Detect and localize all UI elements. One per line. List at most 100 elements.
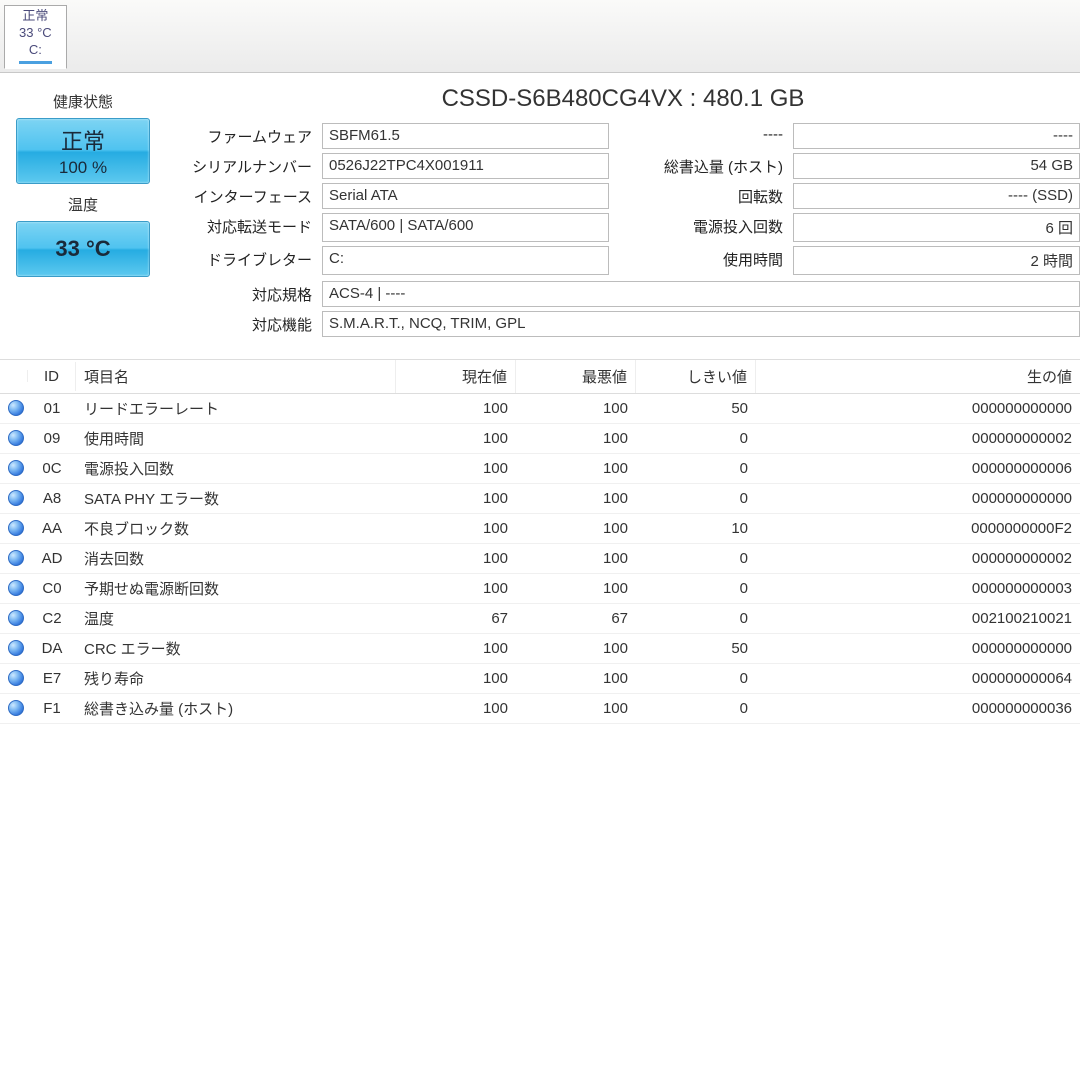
- info-grid-wide: 対応規格 ACS-4 | ---- 対応機能 S.M.A.R.T., NCQ, …: [166, 281, 1080, 337]
- status-dot-icon: [8, 490, 24, 506]
- smart-row[interactable]: F1総書き込み量 (ホスト)1001000000000000036: [0, 694, 1080, 724]
- info-grid: ファームウェア SBFM61.5 ---- ---- シリアルナンバー 0526…: [166, 123, 1080, 275]
- worst-cell: 100: [516, 546, 636, 571]
- id-cell: 09: [28, 426, 76, 451]
- disk-tab[interactable]: 正常 33 °C C:: [4, 5, 67, 69]
- unknown-value[interactable]: ----: [793, 123, 1080, 149]
- worst-cell: 100: [516, 516, 636, 541]
- header-name[interactable]: 項目名: [76, 360, 396, 393]
- name-cell: 残り寿命: [76, 664, 396, 693]
- status-cell: [0, 606, 28, 630]
- name-cell: 使用時間: [76, 424, 396, 453]
- id-cell: DA: [28, 636, 76, 661]
- status-dot-icon: [8, 550, 24, 566]
- tab-drive: C:: [19, 42, 52, 59]
- health-badge[interactable]: 正常 100 %: [16, 118, 150, 184]
- id-cell: F1: [28, 696, 76, 721]
- interface-value[interactable]: Serial ATA: [322, 183, 609, 209]
- current-cell: 100: [396, 696, 516, 721]
- smart-row[interactable]: 01リードエラーレート10010050000000000000: [0, 394, 1080, 424]
- power-on-count-value[interactable]: 6 回: [793, 213, 1080, 242]
- drive-letter-value[interactable]: C:: [322, 246, 609, 275]
- raw-cell: 0000000000F2: [756, 516, 1080, 541]
- status-dot-icon: [8, 460, 24, 476]
- current-cell: 100: [396, 636, 516, 661]
- status-dot-icon: [8, 520, 24, 536]
- status-dot-icon: [8, 700, 24, 716]
- features-value[interactable]: S.M.A.R.T., NCQ, TRIM, GPL: [322, 311, 1080, 337]
- firmware-value[interactable]: SBFM61.5: [322, 123, 609, 149]
- status-dot-icon: [8, 580, 24, 596]
- threshold-cell: 0: [636, 426, 756, 451]
- standard-value[interactable]: ACS-4 | ----: [322, 281, 1080, 307]
- total-write-value[interactable]: 54 GB: [793, 153, 1080, 179]
- smart-row[interactable]: C2温度67670002100210021: [0, 604, 1080, 634]
- name-cell: 電源投入回数: [76, 454, 396, 483]
- header-raw[interactable]: 生の値: [756, 360, 1080, 393]
- raw-cell: 000000000000: [756, 636, 1080, 661]
- smart-row[interactable]: C0予期せぬ電源断回数1001000000000000003: [0, 574, 1080, 604]
- smart-row[interactable]: 0C電源投入回数1001000000000000006: [0, 454, 1080, 484]
- current-cell: 100: [396, 576, 516, 601]
- status-cell: [0, 696, 28, 720]
- id-cell: AD: [28, 546, 76, 571]
- raw-cell: 000000000036: [756, 696, 1080, 721]
- threshold-cell: 10: [636, 516, 756, 541]
- tab-temp: 33 °C: [19, 25, 52, 42]
- status-dot-icon: [8, 610, 24, 626]
- smart-row[interactable]: E7残り寿命1001000000000000064: [0, 664, 1080, 694]
- header-current[interactable]: 現在値: [396, 360, 516, 393]
- id-cell: C0: [28, 576, 76, 601]
- temperature-badge[interactable]: 33 °C: [16, 221, 150, 277]
- left-panel: 健康状態 正常 100 % 温度 33 °C: [8, 81, 158, 343]
- threshold-cell: 0: [636, 606, 756, 631]
- hours-label: 使用時間: [615, 246, 787, 275]
- current-cell: 100: [396, 426, 516, 451]
- worst-cell: 67: [516, 606, 636, 631]
- current-cell: 100: [396, 456, 516, 481]
- status-cell: [0, 666, 28, 690]
- firmware-label: ファームウェア: [166, 123, 316, 149]
- header-id[interactable]: ID: [28, 362, 76, 391]
- status-cell: [0, 516, 28, 540]
- id-cell: E7: [28, 666, 76, 691]
- threshold-cell: 0: [636, 576, 756, 601]
- status-dot-icon: [8, 640, 24, 656]
- status-dot-icon: [8, 670, 24, 686]
- smart-table-header: ID 項目名 現在値 最悪値 しきい値 生の値: [0, 360, 1080, 394]
- name-cell: 温度: [76, 604, 396, 633]
- tab-status: 正常: [19, 8, 52, 25]
- transfer-value[interactable]: SATA/600 | SATA/600: [322, 213, 609, 242]
- threshold-cell: 0: [636, 456, 756, 481]
- threshold-cell: 50: [636, 396, 756, 421]
- status-cell: [0, 426, 28, 450]
- threshold-cell: 50: [636, 636, 756, 661]
- status-cell: [0, 456, 28, 480]
- status-cell: [0, 546, 28, 570]
- drive-letter-label: ドライブレター: [166, 246, 316, 275]
- smart-row[interactable]: AD消去回数1001000000000000002: [0, 544, 1080, 574]
- status-cell: [0, 486, 28, 510]
- raw-cell: 000000000002: [756, 546, 1080, 571]
- raw-cell: 000000000000: [756, 486, 1080, 511]
- worst-cell: 100: [516, 696, 636, 721]
- name-cell: 消去回数: [76, 544, 396, 573]
- header-worst[interactable]: 最悪値: [516, 360, 636, 393]
- worst-cell: 100: [516, 666, 636, 691]
- smart-row[interactable]: A8SATA PHY エラー数1001000000000000000: [0, 484, 1080, 514]
- smart-row[interactable]: 09使用時間1001000000000000002: [0, 424, 1080, 454]
- status-cell: [0, 396, 28, 420]
- rpm-value[interactable]: ---- (SSD): [793, 183, 1080, 209]
- interface-label: インターフェース: [166, 183, 316, 209]
- unknown-label: ----: [615, 123, 787, 149]
- hours-value[interactable]: 2 時間: [793, 246, 1080, 275]
- smart-row[interactable]: DACRC エラー数10010050000000000000: [0, 634, 1080, 664]
- name-cell: リードエラーレート: [76, 394, 396, 423]
- worst-cell: 100: [516, 396, 636, 421]
- serial-label: シリアルナンバー: [166, 153, 316, 179]
- current-cell: 100: [396, 546, 516, 571]
- serial-value[interactable]: 0526J22TPC4X001911: [322, 153, 609, 179]
- status-dot-icon: [8, 400, 24, 416]
- smart-row[interactable]: AA不良ブロック数100100100000000000F2: [0, 514, 1080, 544]
- header-threshold[interactable]: しきい値: [636, 360, 756, 393]
